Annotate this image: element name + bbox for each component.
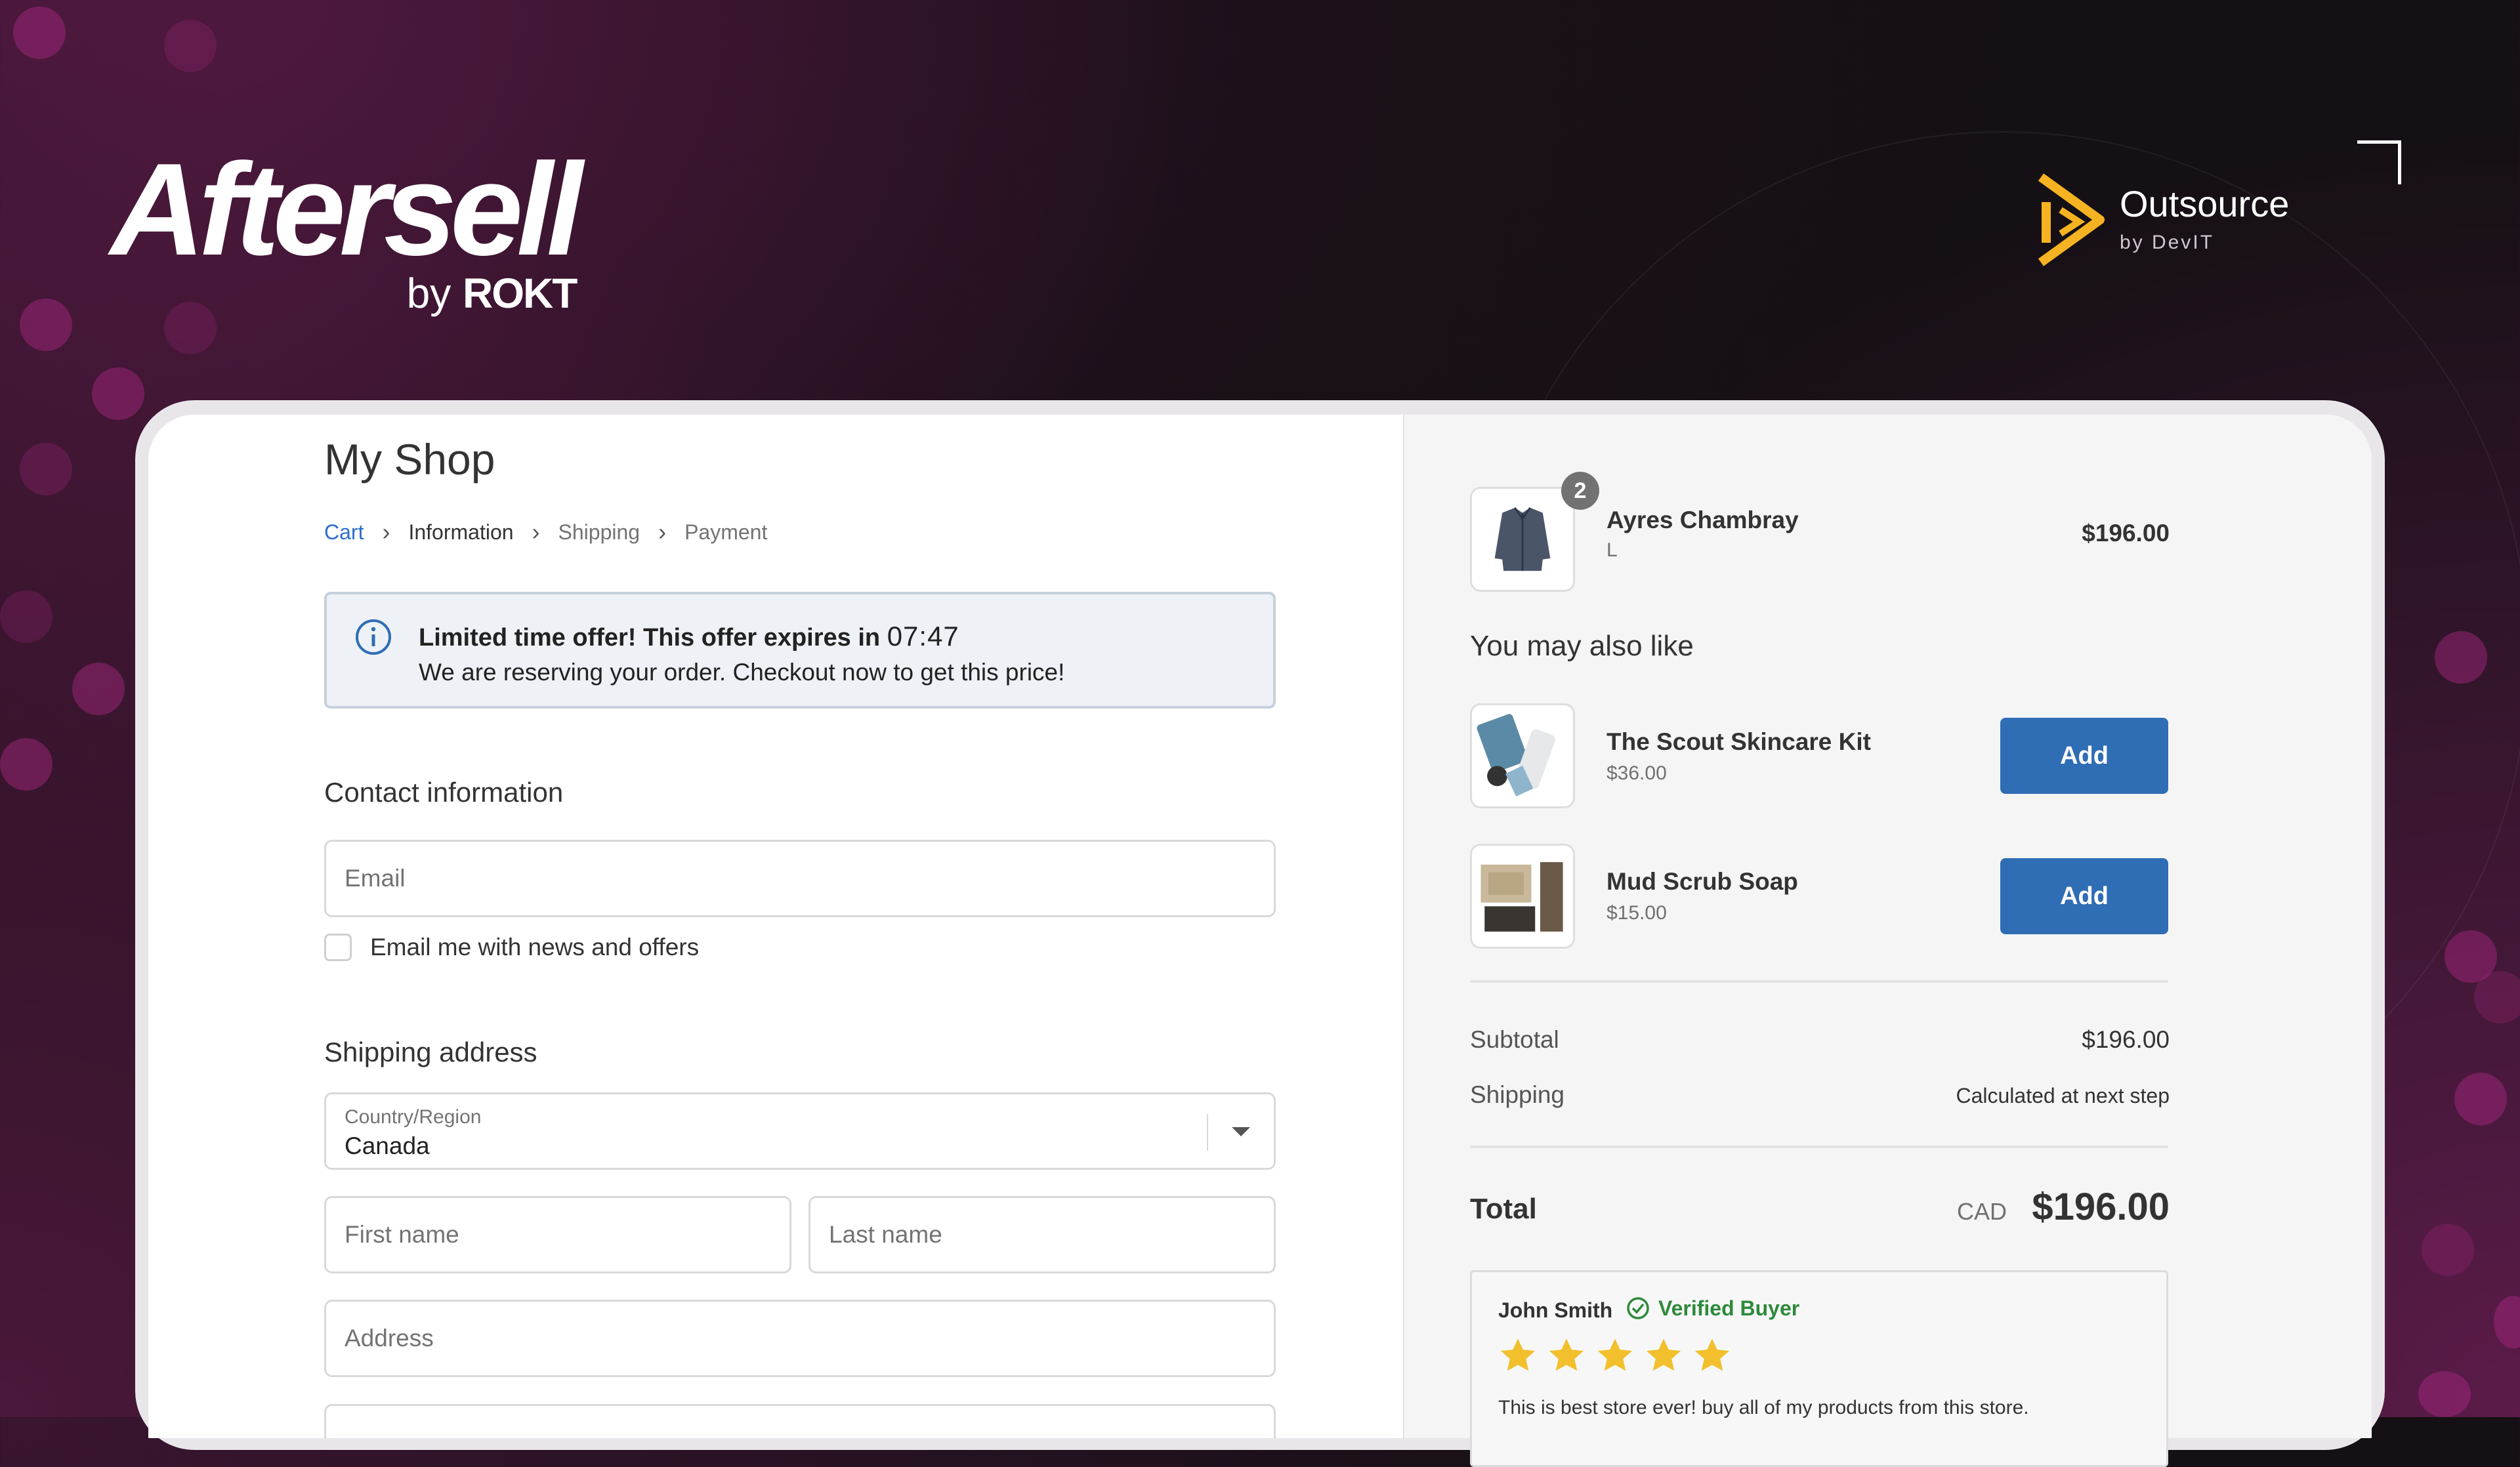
subtotal-value: $196.00 [2082, 1026, 2170, 1053]
upsell-thumbnail [1470, 844, 1575, 949]
bokeh-dot [0, 738, 52, 791]
check-circle-icon [1627, 1297, 1649, 1319]
bokeh-dot [0, 590, 52, 643]
breadcrumb-shipping: Shipping [558, 520, 640, 544]
chevron-right-icon: › [382, 518, 390, 545]
verified-label: Verified Buyer [1658, 1296, 1800, 1320]
select-divider [1207, 1114, 1208, 1151]
brand-logo-text: Aftersell [110, 136, 583, 283]
star-rating [1497, 1335, 1740, 1377]
upsell-name: Mud Scrub Soap [1606, 868, 1798, 895]
first-name-placeholder: First name [345, 1221, 459, 1248]
alert-body: We are reserving your order. Checkout no… [419, 659, 1065, 686]
bokeh-dot [164, 302, 217, 354]
brand-by: by [406, 270, 452, 317]
upsell-price: $15.00 [1606, 902, 1667, 924]
partner-byline: by DevIT [2120, 232, 2215, 253]
star-icon [1500, 1338, 1536, 1371]
alert-title: Limited time offer! This offer expires i… [419, 621, 959, 652]
total-label: Total [1470, 1193, 1537, 1225]
chevron-right-icon: › [532, 518, 540, 545]
bokeh-dot [92, 367, 144, 420]
breadcrumb: Cart › Information › Shipping › Payment [324, 518, 767, 546]
shop-title: My Shop [324, 435, 495, 484]
corner-mark [2357, 140, 2401, 184]
chevron-down-icon[interactable] [1232, 1127, 1250, 1136]
address-placeholder: Address [345, 1325, 434, 1352]
chevron-right-icon: › [658, 518, 667, 545]
country-select[interactable]: Country/Region Canada [324, 1092, 1276, 1170]
bokeh-dot [2422, 1224, 2474, 1276]
star-icon [1549, 1338, 1584, 1371]
country-label: Country/Region [345, 1106, 482, 1128]
brand-rokt: ROKT [462, 270, 578, 317]
upsell-name: The Scout Skincare Kit [1606, 728, 1871, 755]
shipping-heading: Shipping address [324, 1037, 537, 1067]
breadcrumb-cart[interactable]: Cart [324, 520, 364, 545]
add-skincare-kit-button[interactable]: Add [2000, 718, 2168, 794]
aftersell-logo: Aftersell by ROKT [110, 136, 583, 318]
bokeh-dot [20, 299, 72, 351]
divider [1470, 980, 2168, 983]
last-name-field[interactable]: Last name [808, 1196, 1276, 1273]
subtotal-label: Subtotal [1470, 1026, 1559, 1053]
shipping-value: Calculated at next step [1956, 1084, 2170, 1107]
outsource-logo: Outsource by DevIT [2034, 171, 2289, 269]
email-placeholder: Email [345, 865, 406, 892]
review-text: This is best store ever! buy all of my p… [1498, 1397, 2029, 1418]
add-mud-soap-button[interactable]: Add [2000, 858, 2168, 934]
star-icon [1646, 1338, 1681, 1371]
product-price: $196.00 [2082, 520, 2170, 547]
last-name-placeholder: Last name [829, 1221, 942, 1248]
first-name-field[interactable]: First name [324, 1196, 791, 1273]
breadcrumb-payment: Payment [684, 520, 768, 544]
bokeh-dot [72, 663, 125, 715]
bokeh-dot [2474, 971, 2520, 1023]
product-name: Ayres Chambray [1606, 506, 1799, 533]
info-icon [356, 619, 391, 655]
country-value: Canada [345, 1132, 430, 1159]
bokeh-dot [2418, 1371, 2471, 1417]
shipping-label: Shipping [1470, 1081, 1565, 1108]
upsell-heading: You may also like [1470, 630, 1694, 662]
bokeh-dot [20, 443, 72, 495]
contact-heading: Contact information [324, 777, 564, 808]
news-checkbox-row[interactable]: Email me with news and offers [324, 934, 699, 961]
alert-title-text: Limited time offer! This offer expires i… [419, 624, 881, 651]
email-field[interactable]: Email [324, 840, 1276, 917]
soap-image [1480, 862, 1563, 932]
divider [1470, 1146, 2168, 1148]
bokeh-dot [164, 20, 217, 72]
total-value: $196.00 [2032, 1186, 2170, 1228]
bokeh-dot [2454, 1073, 2507, 1125]
skincare-kit-image [1477, 714, 1555, 797]
address-field[interactable]: Address [324, 1300, 1276, 1377]
news-checkbox-label[interactable]: Email me with news and offers [370, 934, 699, 961]
star-icon [1597, 1338, 1633, 1371]
shirt-image [1494, 507, 1551, 571]
verified-badge: Verified Buyer [1626, 1296, 1799, 1321]
bokeh-dot [13, 7, 66, 59]
star-icon [1694, 1338, 1730, 1371]
quantity-badge: 2 [1561, 472, 1599, 510]
brand-byline: by ROKT [406, 269, 578, 318]
upsell-price: $36.00 [1606, 762, 1667, 784]
partner-name: Outsource [2120, 183, 2290, 224]
news-checkbox[interactable] [324, 934, 352, 961]
reviewer-name: John Smith [1498, 1298, 1613, 1322]
offer-alert: Limited time offer! This offer expires i… [324, 592, 1276, 709]
review-card: John Smith Verified Buyer This is best s… [1470, 1270, 2168, 1467]
product-variant: L [1606, 539, 1618, 561]
breadcrumb-information: Information [408, 520, 514, 544]
address-line-2-field[interactable] [324, 1404, 1276, 1438]
outsource-play-icon [2038, 173, 2105, 266]
countdown-timer: 07:47 [887, 621, 959, 651]
product-thumbnail: 2 [1470, 472, 1599, 592]
upsell-thumbnail [1470, 703, 1575, 808]
total-currency: CAD [1957, 1198, 2007, 1225]
